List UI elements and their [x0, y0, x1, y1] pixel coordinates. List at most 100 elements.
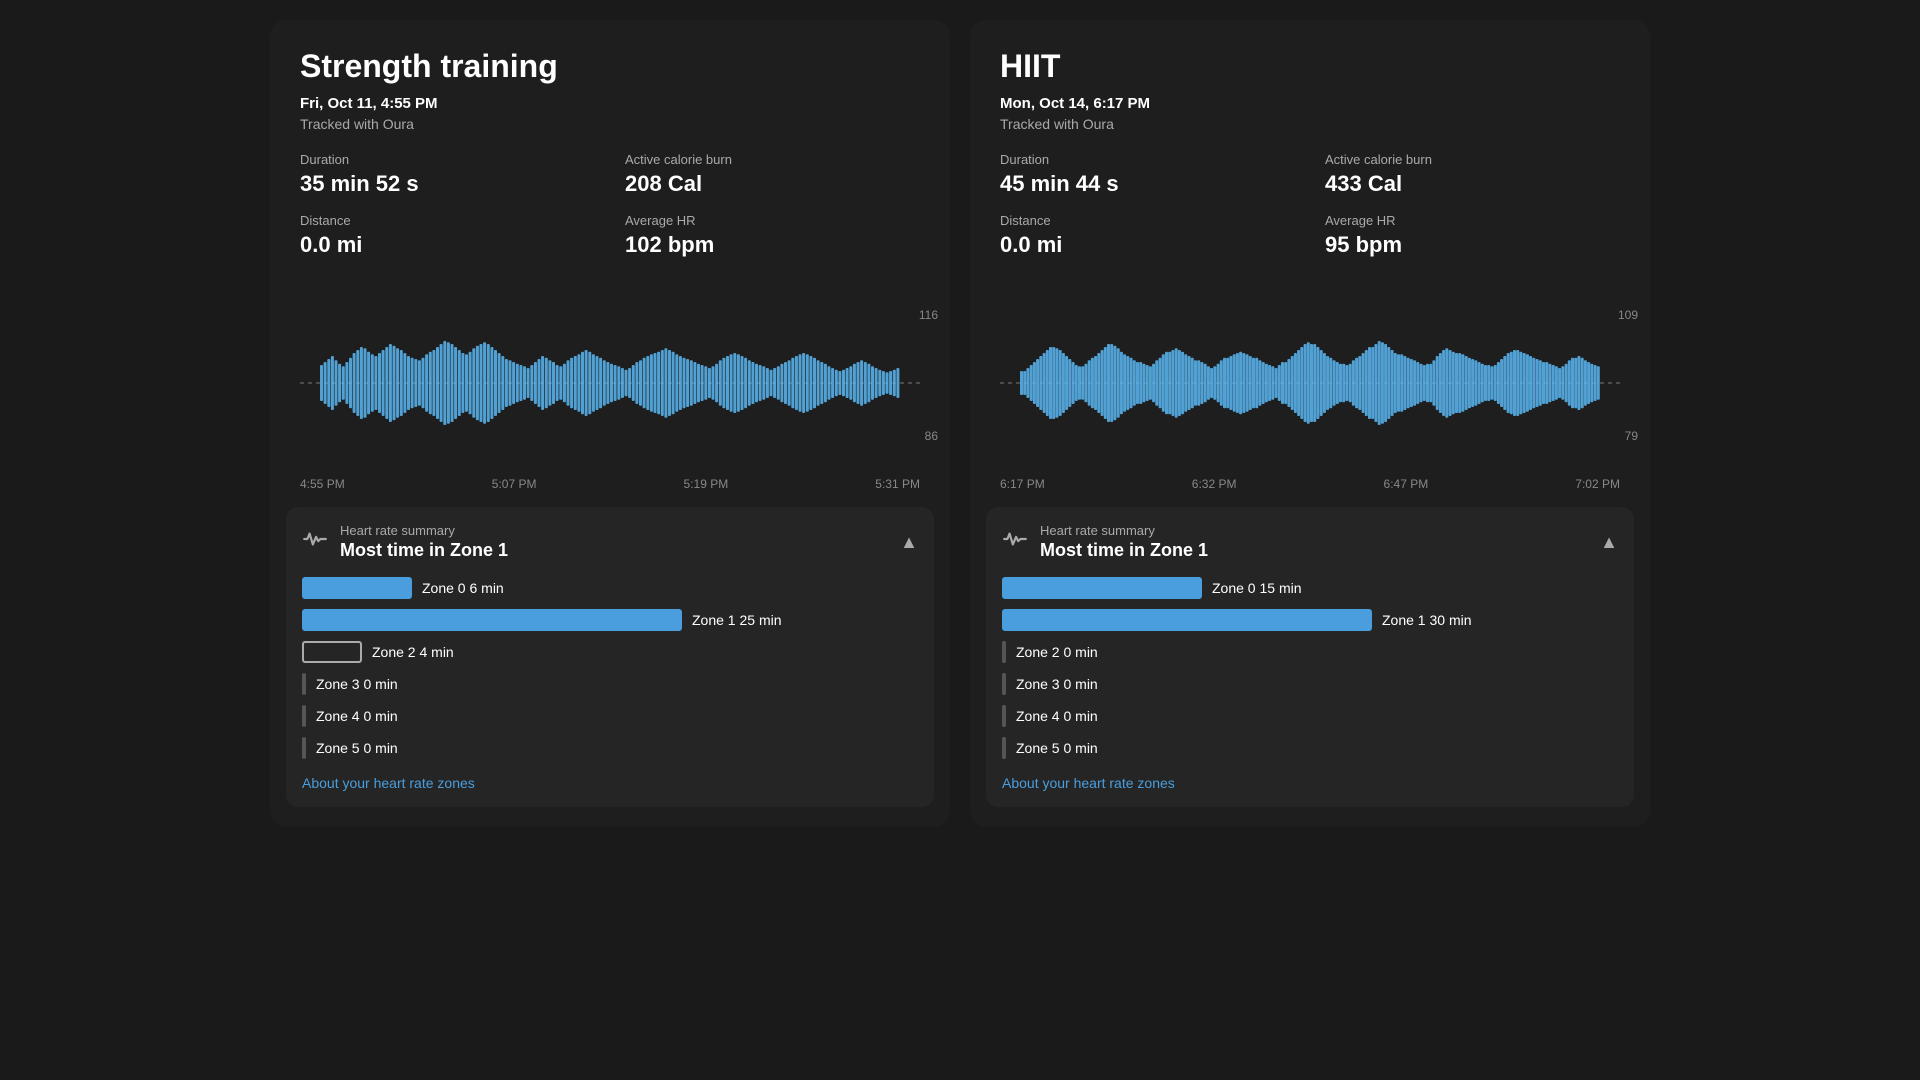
workout-source: Tracked with Oura: [300, 116, 920, 132]
zone-bar-filled: [1002, 577, 1202, 599]
stat-calories-label: Active calorie burn: [1325, 152, 1620, 167]
collapse-chevron[interactable]: ▲: [900, 532, 918, 553]
chart-max-label: 109: [1618, 308, 1638, 322]
zone-label: Zone 5 0 min: [316, 740, 398, 756]
zone-row: Zone 5 0 min: [302, 737, 918, 759]
stat-duration-label: Duration: [300, 152, 595, 167]
zone-label: Zone 5 0 min: [1016, 740, 1098, 756]
zone-row: Zone 2 4 min: [302, 641, 918, 663]
zone-row: Zone 1 30 min: [1002, 609, 1618, 631]
zone-label: Zone 4 0 min: [316, 708, 398, 724]
summary-header-left: Heart rate summary Most time in Zone 1: [302, 523, 508, 561]
zone-row: Zone 3 0 min: [302, 673, 918, 695]
workout-date: Fri, Oct 11, 4:55 PM: [300, 95, 920, 112]
card-hiit: HIIT Mon, Oct 14, 6:17 PM Tracked with Our…: [970, 20, 1650, 827]
workout-title: Strength training: [300, 48, 920, 85]
summary-header: Heart rate summary Most time in Zone 1 ▲: [302, 523, 918, 561]
summary-title-text: Heart rate summary: [340, 523, 508, 538]
heart-rate-summary: Heart rate summary Most time in Zone 1 ▲ Zo…: [286, 507, 934, 807]
zone-label: Zone 2 4 min: [372, 644, 454, 660]
zone-bar-tiny: [302, 705, 306, 727]
chart-time-label: 5:31 PM: [875, 477, 920, 491]
zone-row: Zone 3 0 min: [1002, 673, 1618, 695]
summary-header: Heart rate summary Most time in Zone 1 ▲: [1002, 523, 1618, 561]
zone-bar-filled: [302, 577, 412, 599]
stat-distance: Distance 0.0 mi: [300, 213, 595, 258]
stat-duration-label: Duration: [1000, 152, 1295, 167]
stat-calories-value: 433 Cal: [1325, 171, 1620, 197]
zone-label: Zone 3 0 min: [1016, 676, 1098, 692]
heart-rate-icon: [1002, 526, 1028, 558]
stat-duration: Duration 35 min 52 s: [300, 152, 595, 197]
stat-duration-value: 45 min 44 s: [1000, 171, 1295, 197]
stat-average-hr-label: Average HR: [1325, 213, 1620, 228]
zone-row: Zone 4 0 min: [1002, 705, 1618, 727]
stat-calories: Active calorie burn 433 Cal: [1325, 152, 1620, 197]
page-container: Strength training Fri, Oct 11, 4:55 PM Tra…: [0, 0, 1920, 847]
chart-time-label: 6:32 PM: [1192, 477, 1237, 491]
summary-subtitle: Most time in Zone 1: [1040, 540, 1208, 561]
zone-row: Zone 0 15 min: [1002, 577, 1618, 599]
heart-rate-summary: Heart rate summary Most time in Zone 1 ▲ Zo…: [986, 507, 1634, 807]
stat-average-hr-label: Average HR: [625, 213, 920, 228]
zone-bar-tiny: [1002, 737, 1006, 759]
zone-row: Zone 0 6 min: [302, 577, 918, 599]
card-strength-training: Strength training Fri, Oct 11, 4:55 PM Tra…: [270, 20, 950, 827]
chart-time-label: 6:17 PM: [1000, 477, 1045, 491]
about-heart-rate-zones-link[interactable]: About your heart rate zones: [302, 775, 918, 791]
zone-bar-tiny: [302, 673, 306, 695]
chart-time-label: 6:47 PM: [1384, 477, 1429, 491]
chart-min-label: 86: [925, 429, 938, 443]
stat-duration-value: 35 min 52 s: [300, 171, 595, 197]
zone-label: Zone 1 25 min: [692, 612, 782, 628]
stat-distance-label: Distance: [1000, 213, 1295, 228]
zone-bar-tiny: [1002, 641, 1006, 663]
stat-distance-value: 0.0 mi: [1000, 232, 1295, 258]
workout-source: Tracked with Oura: [1000, 116, 1620, 132]
chart-time-label: 5:07 PM: [492, 477, 537, 491]
heart-rate-icon: [302, 526, 328, 558]
chart-container: 11686: [270, 298, 950, 473]
workout-date: Mon, Oct 14, 6:17 PM: [1000, 95, 1620, 112]
zone-row: Zone 4 0 min: [302, 705, 918, 727]
stat-average-hr-value: 102 bpm: [625, 232, 920, 258]
zone-row: Zone 2 0 min: [1002, 641, 1618, 663]
zone-row: Zone 1 25 min: [302, 609, 918, 631]
zone-label: Zone 0 6 min: [422, 580, 504, 596]
stat-distance-value: 0.0 mi: [300, 232, 595, 258]
stat-duration: Duration 45 min 44 s: [1000, 152, 1295, 197]
chart-time-labels: 4:55 PM 5:07 PM 5:19 PM 5:31 PM: [270, 473, 950, 491]
zone-bar-filled: [302, 609, 682, 631]
chart-time-labels: 6:17 PM 6:32 PM 6:47 PM 7:02 PM: [970, 473, 1650, 491]
stat-calories-label: Active calorie burn: [625, 152, 920, 167]
summary-header-left: Heart rate summary Most time in Zone 1: [1002, 523, 1208, 561]
stat-average-hr: Average HR 102 bpm: [625, 213, 920, 258]
zone-label: Zone 3 0 min: [316, 676, 398, 692]
zone-label: Zone 4 0 min: [1016, 708, 1098, 724]
stat-distance-label: Distance: [300, 213, 595, 228]
zone-bar-tiny: [302, 737, 306, 759]
zone-bar-tiny: [1002, 705, 1006, 727]
zone-row: Zone 5 0 min: [1002, 737, 1618, 759]
zone-label: Zone 2 0 min: [1016, 644, 1098, 660]
chart-min-label: 79: [1625, 429, 1638, 443]
summary-title-text: Heart rate summary: [1040, 523, 1208, 538]
stat-calories-value: 208 Cal: [625, 171, 920, 197]
workout-title: HIIT: [1000, 48, 1620, 85]
chart-time-label: 4:55 PM: [300, 477, 345, 491]
stat-calories: Active calorie burn 208 Cal: [625, 152, 920, 197]
zone-bar-tiny: [1002, 673, 1006, 695]
zone-label: Zone 1 30 min: [1382, 612, 1472, 628]
chart-time-label: 5:19 PM: [684, 477, 729, 491]
stat-distance: Distance 0.0 mi: [1000, 213, 1295, 258]
stat-average-hr: Average HR 95 bpm: [1325, 213, 1620, 258]
zone-bar-filled: [1002, 609, 1372, 631]
stat-average-hr-value: 95 bpm: [1325, 232, 1620, 258]
chart-time-label: 7:02 PM: [1575, 477, 1620, 491]
summary-subtitle: Most time in Zone 1: [340, 540, 508, 561]
collapse-chevron[interactable]: ▲: [1600, 532, 1618, 553]
zone-label: Zone 0 15 min: [1212, 580, 1302, 596]
chart-container: 109 79: [970, 298, 1650, 473]
about-heart-rate-zones-link[interactable]: About your heart rate zones: [1002, 775, 1618, 791]
zone-bar-outline: [302, 641, 362, 663]
